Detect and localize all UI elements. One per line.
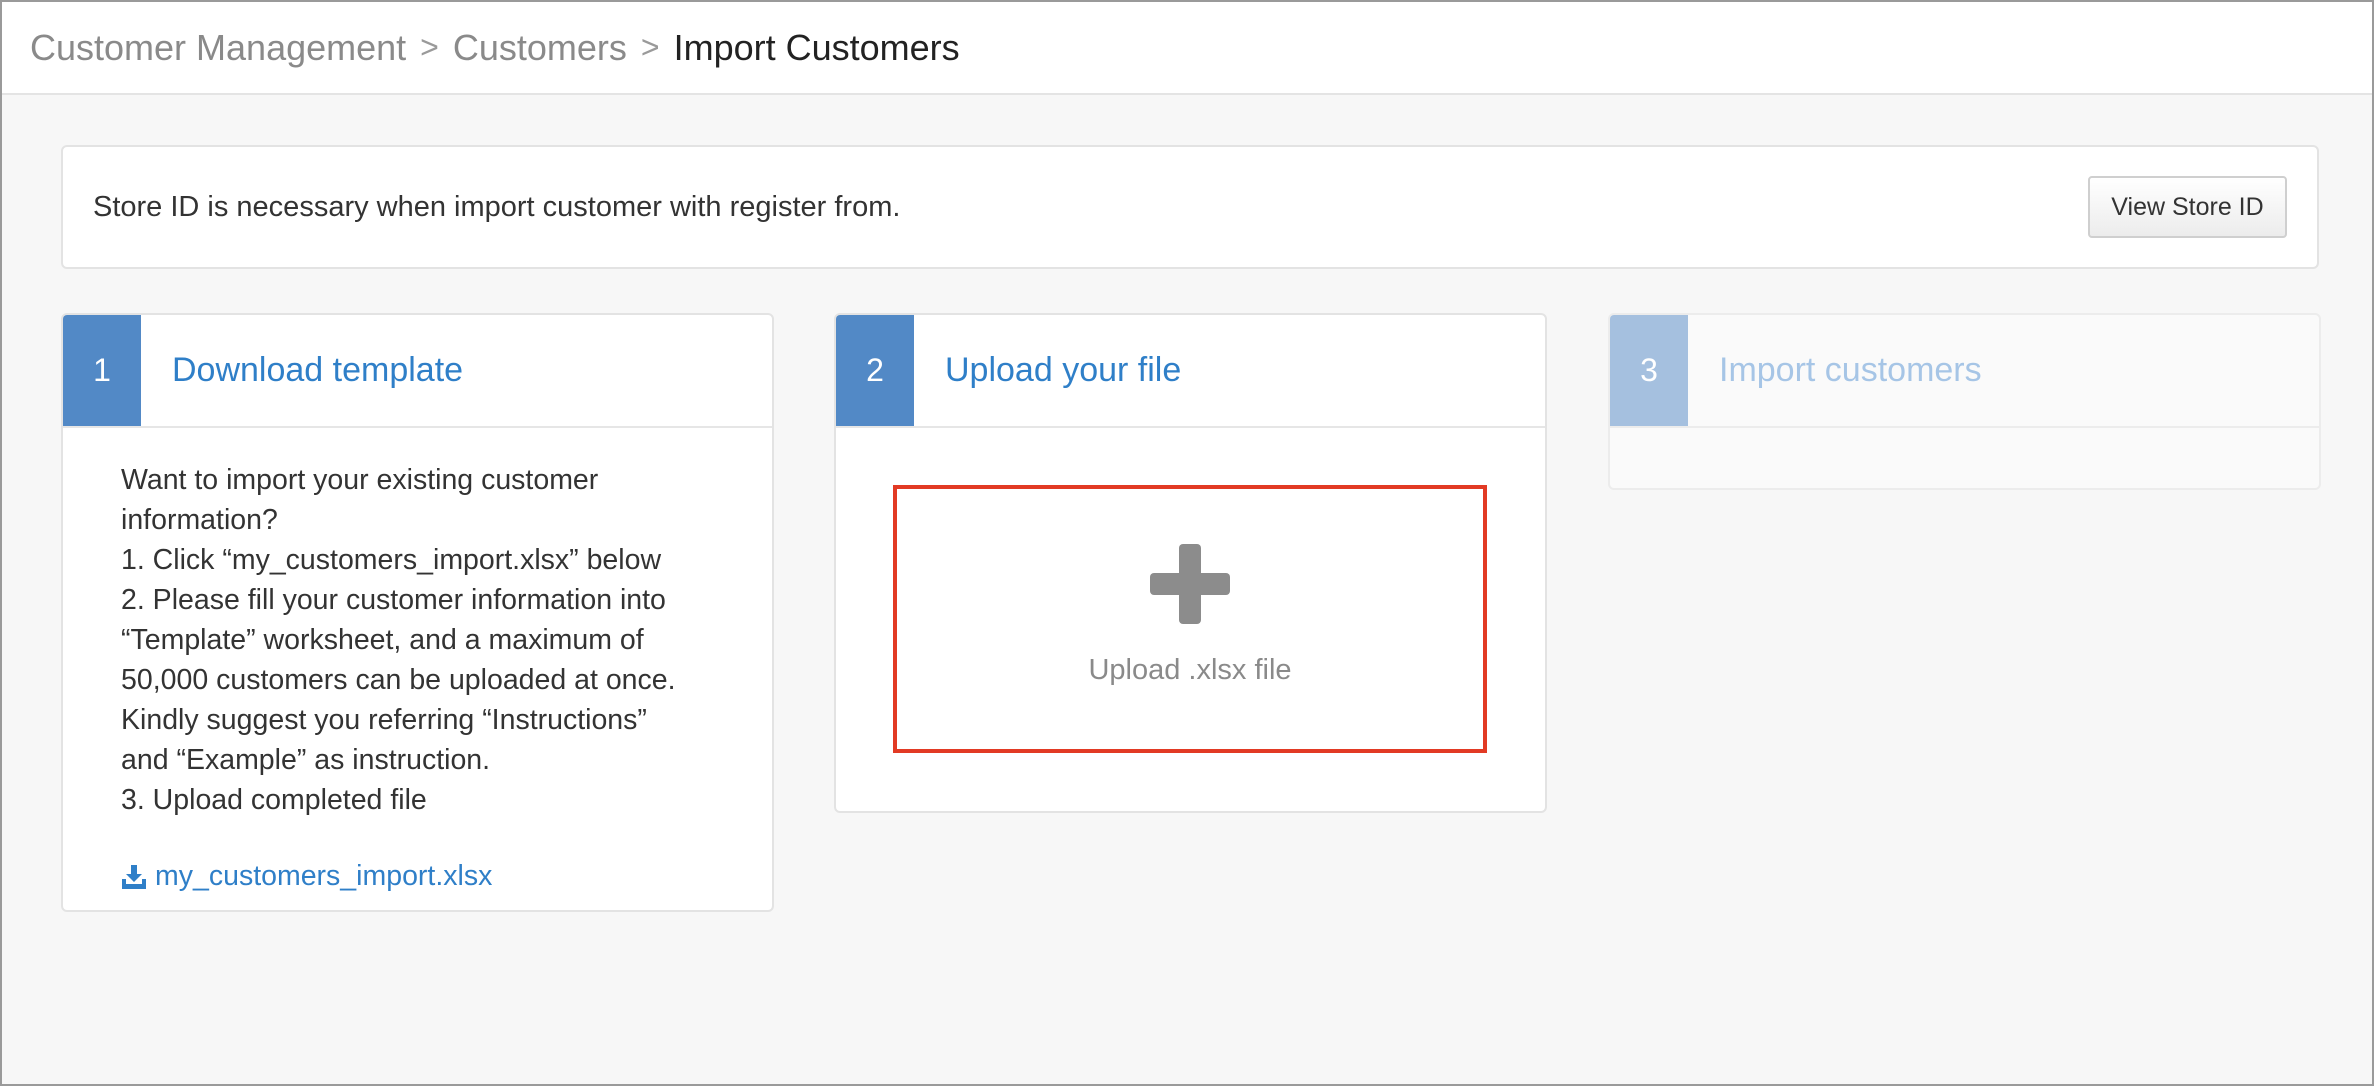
step-header: 2 Upload your file	[836, 315, 1545, 428]
upload-label: Upload .xlsx file	[1088, 654, 1292, 686]
instruction-line: 3. Upload completed file	[121, 784, 427, 816]
plus-icon	[1150, 544, 1230, 624]
instruction-line: information?	[121, 504, 278, 536]
instructions-text: Want to import your existing customer in…	[121, 460, 714, 820]
step-download-template-card: 1 Download template Want to import your …	[61, 313, 774, 912]
upload-file-dropzone[interactable]: Upload .xlsx file	[893, 485, 1487, 753]
breadcrumb-separator: >	[640, 29, 660, 65]
download-template-link[interactable]: my_customers_import.xlsx	[121, 860, 714, 893]
step-body: Want to import your existing customer in…	[63, 428, 772, 910]
breadcrumb-customer-management[interactable]: Customer Management	[30, 27, 406, 69]
view-store-id-button[interactable]: View Store ID	[2088, 176, 2287, 238]
breadcrumb: Customer Management > Customers > Import…	[2, 2, 2372, 95]
step-title: Import customers	[1719, 351, 1982, 389]
step-title: Upload your file	[945, 351, 1182, 389]
instruction-line: Want to import your existing customer	[121, 464, 599, 496]
instruction-line: 2. Please fill your customer information…	[121, 584, 666, 616]
step-header: 3 Import customers	[1610, 315, 2319, 428]
step-number: 2	[836, 315, 914, 426]
step-upload-file-card: 2 Upload your file Upload .xlsx file	[834, 313, 1547, 813]
step-title: Download template	[172, 351, 464, 389]
step-body: Upload .xlsx file	[836, 428, 1545, 811]
breadcrumb-customers[interactable]: Customers	[453, 27, 627, 69]
step-header: 1 Download template	[63, 315, 772, 428]
step-body	[1610, 428, 2319, 488]
instruction-line: and “Example” as instruction.	[121, 744, 491, 776]
download-icon	[122, 864, 146, 889]
breadcrumb-import-customers: Import Customers	[673, 26, 960, 68]
notice-text: Store ID is necessary when import custom…	[93, 190, 901, 223]
instruction-line: Kindly suggest you referring “Instructio…	[121, 704, 647, 736]
step-number: 1	[63, 315, 141, 426]
breadcrumb-separator: >	[420, 29, 439, 65]
step-import-customers-card: 3 Import customers	[1608, 313, 2321, 490]
step-number: 3	[1610, 315, 1688, 426]
instruction-line: 1. Click “my_customers_import.xlsx” belo…	[121, 544, 662, 576]
store-id-notice: Store ID is necessary when import custom…	[61, 145, 2319, 269]
instruction-line: “Template” worksheet, and a maximum of	[121, 624, 644, 656]
instruction-line: 50,000 customers can be uploaded at once…	[121, 664, 676, 696]
download-link-label[interactable]: my_customers_import.xlsx	[155, 860, 492, 893]
